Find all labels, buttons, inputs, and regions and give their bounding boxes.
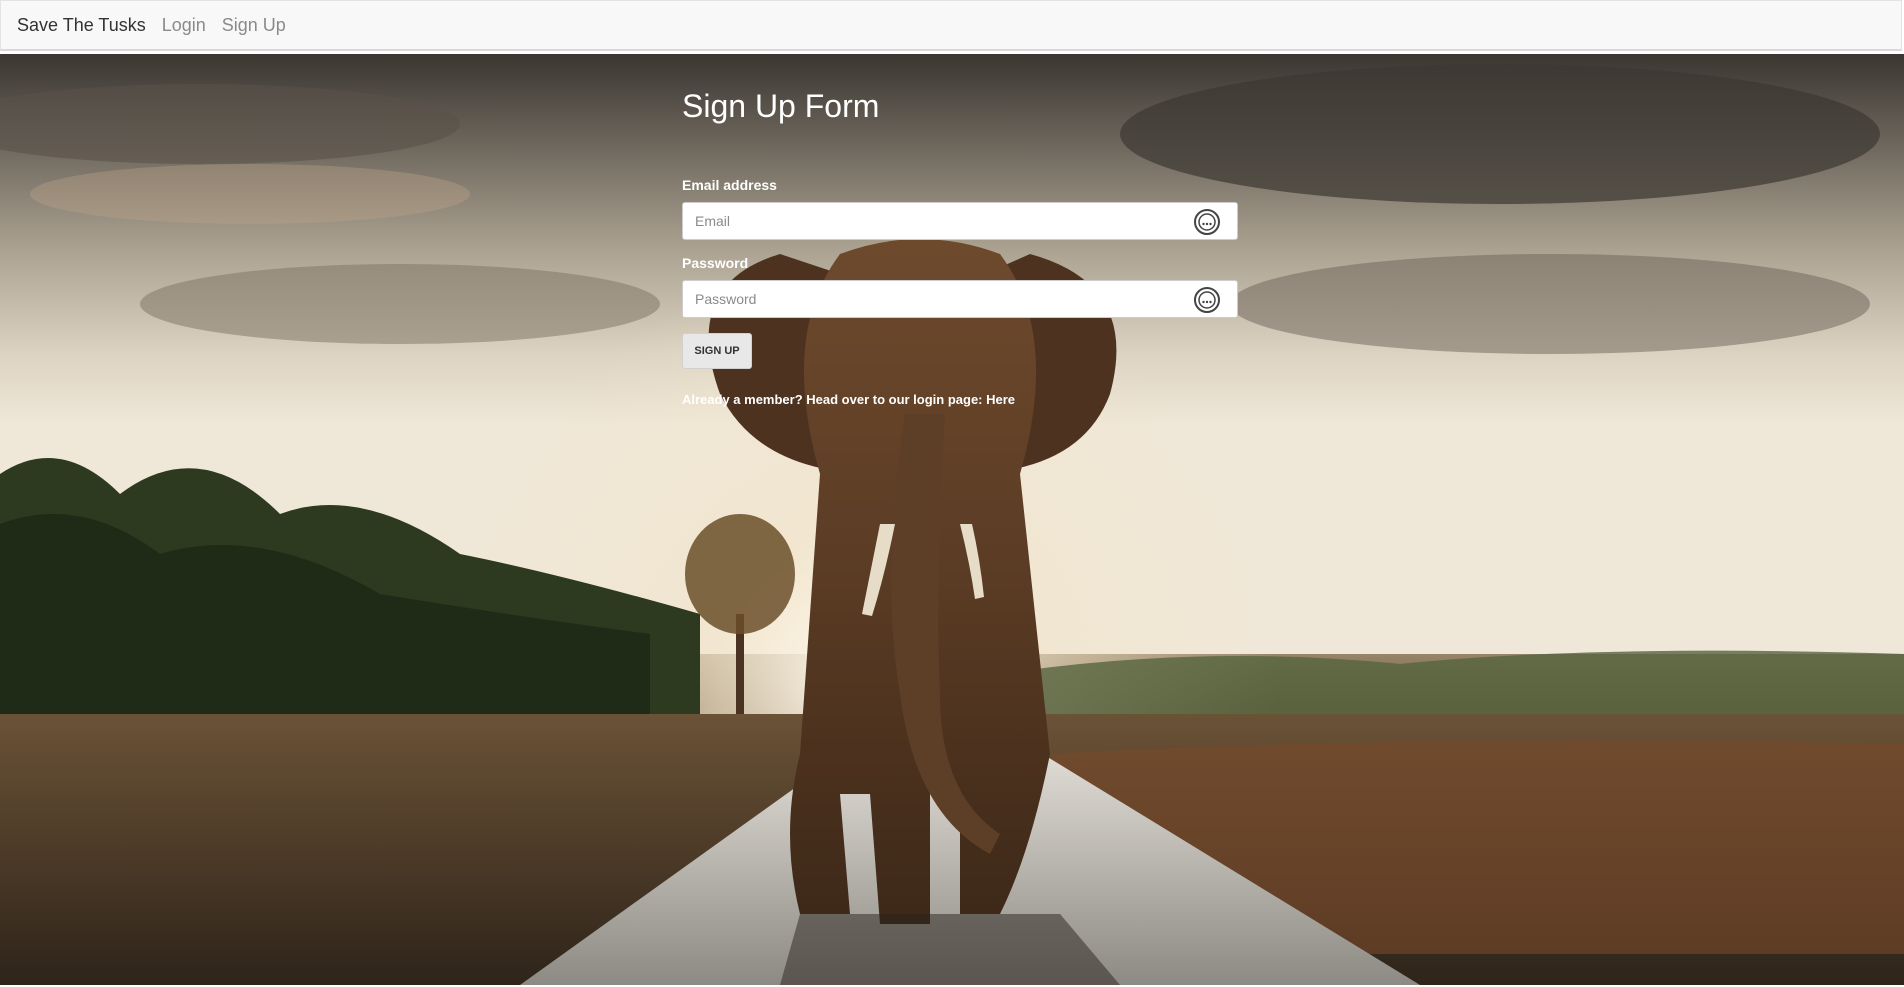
password-field xyxy=(682,280,1238,318)
hero-background xyxy=(0,54,1904,985)
login-here-link[interactable]: Here xyxy=(986,392,1015,407)
password-manager-icon[interactable] xyxy=(1193,286,1221,314)
top-navbar: Save The Tusks Login Sign Up xyxy=(0,0,1902,51)
email-field xyxy=(682,202,1238,240)
brand-link[interactable]: Save The Tusks xyxy=(17,15,146,36)
password-label: Password xyxy=(682,255,749,271)
form-title: Sign Up Form xyxy=(682,88,880,124)
nav-signup-link[interactable]: Sign Up xyxy=(222,15,286,36)
email-label: Email address xyxy=(682,177,777,193)
login-prompt-text: Already a member? Head over to our login… xyxy=(682,392,987,407)
password-input[interactable] xyxy=(683,281,1187,317)
login-prompt: Already a member? Head over to our login… xyxy=(682,392,1015,407)
nav-login-link[interactable]: Login xyxy=(162,15,206,36)
elephant-on-road-photo xyxy=(0,54,1904,985)
password-manager-icon[interactable] xyxy=(1193,208,1221,236)
sign-up-button[interactable]: SIGN UP xyxy=(682,333,752,369)
email-input[interactable] xyxy=(683,203,1187,239)
